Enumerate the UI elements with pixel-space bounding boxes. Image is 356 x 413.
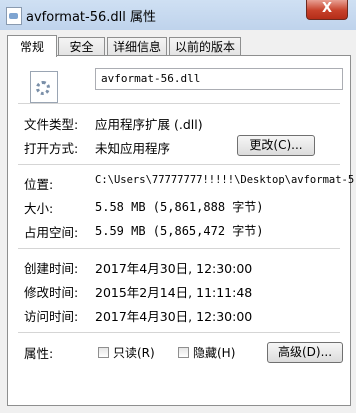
opens-with-label: 打开方式: (24, 141, 79, 156)
readonly-label[interactable]: 只读(R) (113, 344, 155, 361)
advanced-button[interactable]: 高级(D)... (267, 342, 343, 363)
tab-security[interactable]: 安全 (58, 37, 105, 56)
general-panel: avformat-56.dll 文件类型: 应用程序扩展 (.dll) 打开方式… (7, 55, 355, 406)
properties-window: avformat-56.dll 属性 X 常规 安全 详细信息 以前的版本 av… (0, 0, 356, 413)
separator (18, 164, 340, 165)
window-title: avformat-56.dll 属性 (26, 10, 157, 25)
size-on-disk-value: 5.59 MB (5,865,472 字节) (95, 224, 264, 238)
size-on-disk-label: 占用空间: (24, 225, 79, 240)
attributes-label: 属性: (24, 346, 54, 361)
size-value: 5.58 MB (5,861,888 字节) (95, 200, 264, 214)
created-value: 2017年4月30日, 12:30:00 (95, 261, 253, 276)
size-label: 大小: (24, 201, 54, 216)
hidden-label[interactable]: 隐藏(H) (193, 344, 235, 361)
close-button[interactable]: X (306, 0, 348, 20)
separator (18, 248, 340, 249)
title-bar[interactable]: avformat-56.dll 属性 X (0, 0, 356, 30)
modified-value: 2015年2月14日, 11:11:48 (95, 285, 253, 300)
tab-bar: 常规 安全 详细信息 以前的版本 (7, 35, 351, 57)
change-button[interactable]: 更改(C)... (237, 135, 315, 156)
gear-file-icon (30, 71, 58, 103)
created-label: 创建时间: (24, 261, 79, 276)
readonly-checkbox[interactable] (98, 347, 109, 358)
tab-general[interactable]: 常规 (7, 35, 57, 57)
location-value: C:\Users\77777777!!!!!\Desktop\avformat-… (95, 174, 355, 186)
file-type-label: 文件类型: (24, 117, 79, 132)
tab-previous-versions[interactable]: 以前的版本 (169, 37, 241, 56)
separator (18, 103, 340, 104)
file-name-field[interactable]: avformat-56.dll (95, 68, 343, 90)
modified-label: 修改时间: (24, 285, 79, 300)
location-label: 位置: (24, 177, 54, 192)
accessed-value: 2017年4月30日, 12:30:00 (95, 309, 253, 324)
hidden-checkbox[interactable] (178, 347, 189, 358)
opens-with-value: 未知应用程序 (95, 141, 171, 156)
tab-details[interactable]: 详细信息 (107, 37, 167, 56)
file-type-value: 应用程序扩展 (.dll) (95, 117, 203, 132)
accessed-label: 访问时间: (24, 309, 79, 324)
dll-file-icon (6, 7, 22, 25)
separator (18, 332, 340, 333)
